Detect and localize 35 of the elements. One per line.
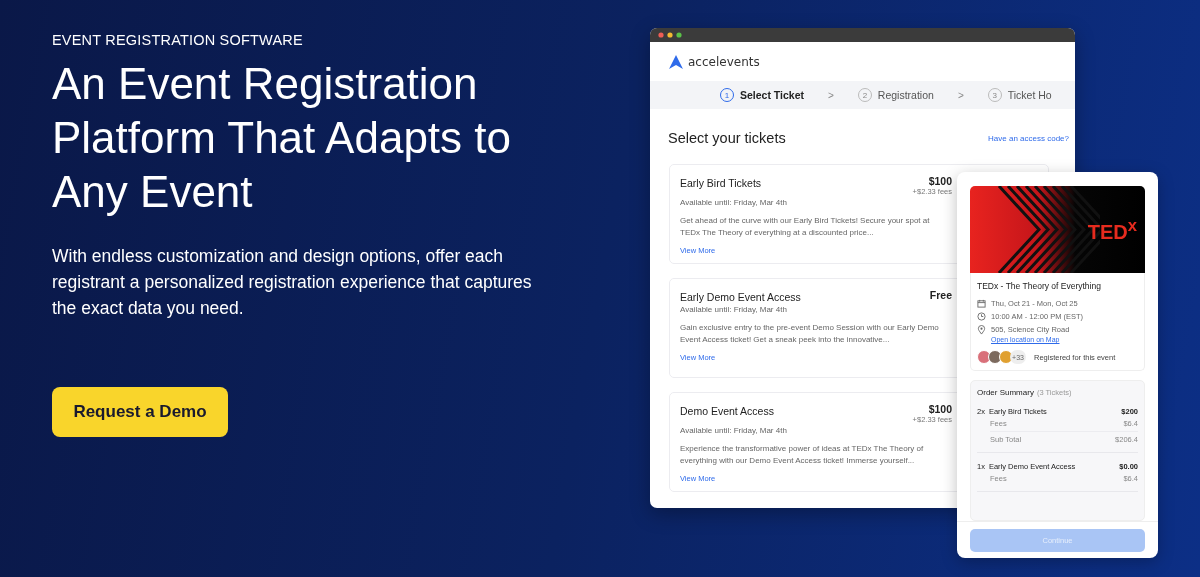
chevron-icon: > xyxy=(957,89,964,101)
banner-logo-text: TED$^{x}$ xyxy=(1087,215,1137,244)
ticket-name: Demo Event Access xyxy=(680,404,774,419)
chevron-icon: > xyxy=(828,89,834,101)
availability-text: Available until: Friday, Mar 4th xyxy=(680,305,788,314)
logo-icon xyxy=(668,53,684,70)
order-summary-title: Order Summary xyxy=(977,388,1034,397)
avatar-icon xyxy=(977,350,991,364)
clock-icon xyxy=(977,312,986,321)
availability-text: Available until: Friday, Mar 4th xyxy=(680,426,788,435)
ticket-price: $100 xyxy=(928,403,952,415)
ticket-description: Experience the transformative power of ideas at TEDx The Theory of everything with our Demo Event Access ticket! Immerse yourself... xyxy=(680,443,925,467)
ticket-price: $100 xyxy=(928,175,952,187)
availability-text: Available until: Friday, Mar 4th xyxy=(680,198,788,207)
headline: An Event Registration Platform That Adapts to Any Event xyxy=(52,58,512,218)
access-code-link[interactable]: Have an access code? xyxy=(988,133,1069,143)
step-tab[interactable]: 3 Ticket Ho xyxy=(987,88,1052,102)
ticket-price: Free xyxy=(929,289,952,301)
avatar-icon xyxy=(988,350,1002,364)
logo-text: accelevents xyxy=(688,54,760,69)
section-heading: Select your tickets xyxy=(668,130,786,146)
request-demo-button[interactable]: Request a Demo xyxy=(52,387,228,437)
ticket-description: Gain exclusive entry to the pre-event Demo Session with our Early Demo Event Access ticket! Get a sneak peek into the innovative... xyxy=(680,322,940,346)
step-tab[interactable]: 2 Registration xyxy=(857,88,934,102)
window-controls-icon xyxy=(658,32,684,38)
eyebrow-text: EVENT REGISTRATION SOFTWARE xyxy=(52,32,304,48)
ticket-name: Early Demo Event Access xyxy=(680,290,801,303)
description-text: With endless customization and design options, offer each registrant a personalized registration experience that captures the exact data you need. xyxy=(52,245,533,320)
avatar-icon xyxy=(999,350,1013,364)
ticket-name: Early Bird Tickets xyxy=(680,176,762,191)
ticket-description: Get ahead of the curve with our Early Bird Tickets! Secure your spot at TEDx The Theory of everything at a discounted price... xyxy=(680,215,931,239)
step-tab[interactable]: 1 Select Ticket xyxy=(720,88,804,102)
calendar-icon xyxy=(977,299,986,308)
event-title: TEDx - The Theory of Everything xyxy=(977,281,1102,291)
location-pin-icon xyxy=(977,325,986,335)
